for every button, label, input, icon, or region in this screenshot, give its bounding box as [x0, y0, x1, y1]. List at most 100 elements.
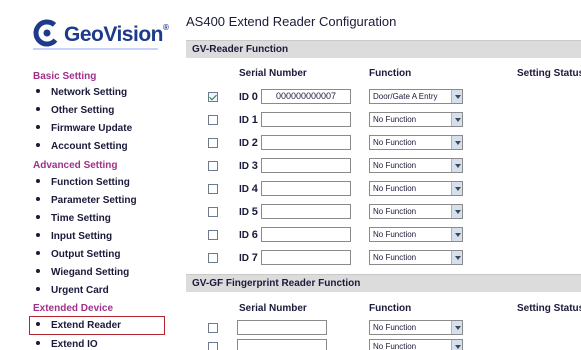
bullet-icon	[36, 179, 40, 184]
sidebar: GeoVision® Basic Setting Network Setting…	[0, 0, 176, 350]
gf-reader-row-2: No Function	[176, 339, 581, 350]
bullet-icon	[36, 107, 40, 112]
dropdown-arrow-icon	[451, 90, 462, 103]
dropdown-arrow-icon	[451, 340, 462, 350]
brand-name: GeoVision®	[64, 23, 169, 46]
function-header: Function	[369, 68, 412, 79]
function-select[interactable]: No Function	[369, 250, 463, 265]
bullet-icon	[36, 269, 40, 274]
bullet-icon	[36, 233, 40, 238]
reader-row-id4: ID 4 No Function	[176, 181, 581, 199]
serial-number-input[interactable]	[261, 158, 351, 173]
sidebar-item-account-setting[interactable]: Account Setting	[36, 140, 128, 154]
gf-serial-number-input[interactable]	[237, 320, 327, 335]
gf-function-header: Function	[369, 303, 412, 314]
bullet-icon	[36, 89, 40, 94]
dropdown-arrow-icon	[451, 136, 462, 149]
bullet-icon	[36, 125, 40, 130]
reader-id-label: ID 5	[239, 206, 258, 218]
gf-setting-status-header: Setting Status	[517, 303, 581, 314]
bullet-icon	[36, 215, 40, 220]
function-select[interactable]: No Function	[369, 227, 463, 242]
gv-reader-section-header: GV-Reader Function	[186, 40, 581, 58]
reader-enable-checkbox[interactable]	[208, 253, 218, 263]
section-advanced-setting: Advanced Setting	[33, 160, 118, 171]
section-basic-setting: Basic Setting	[33, 71, 97, 82]
function-select[interactable]: No Function	[369, 158, 463, 173]
serial-number-input[interactable]: 000000000007	[261, 89, 351, 104]
reader-enable-checkbox[interactable]	[208, 207, 218, 217]
serial-number-input[interactable]	[261, 227, 351, 242]
reader-enable-checkbox[interactable]	[208, 184, 218, 194]
bullet-icon	[36, 322, 40, 327]
dropdown-arrow-icon	[451, 321, 462, 334]
gf-function-select[interactable]: No Function	[369, 320, 463, 335]
serial-number-input[interactable]	[261, 135, 351, 150]
gf-function-select[interactable]: No Function	[369, 339, 463, 350]
dropdown-arrow-icon	[451, 205, 462, 218]
reader-row-id6: ID 6 No Function	[176, 227, 581, 245]
reader-row-id7: ID 7 No Function	[176, 250, 581, 268]
gf-reader-enable-checkbox[interactable]	[208, 342, 218, 350]
function-select[interactable]: No Function	[369, 181, 463, 196]
section-extended-device: Extended Device	[33, 303, 114, 314]
sidebar-item-extend-reader[interactable]: Extend Reader	[29, 316, 165, 335]
reader-id-label: ID 6	[239, 229, 258, 241]
serial-number-header: Serial Number	[239, 68, 307, 79]
gf-reader-row-1: No Function	[176, 320, 581, 338]
reader-id-label: ID 0	[239, 91, 258, 103]
sidebar-item-output-setting[interactable]: Output Setting	[36, 248, 120, 262]
function-select[interactable]: No Function	[369, 135, 463, 150]
sidebar-item-input-setting[interactable]: Input Setting	[36, 230, 112, 244]
reader-row-id2: ID 2 No Function	[176, 135, 581, 153]
sidebar-item-extend-io[interactable]: Extend IO	[36, 338, 98, 350]
bullet-icon	[36, 251, 40, 256]
sidebar-item-other-setting[interactable]: Other Setting	[36, 104, 114, 118]
geovision-logo: GeoVision®	[31, 18, 169, 52]
serial-number-input[interactable]	[261, 250, 351, 265]
serial-number-input[interactable]	[261, 204, 351, 219]
bullet-icon	[36, 143, 40, 148]
reader-id-label: ID 2	[239, 137, 258, 149]
dropdown-arrow-icon	[451, 113, 462, 126]
reader-id-label: ID 3	[239, 160, 258, 172]
serial-number-input[interactable]	[261, 181, 351, 196]
reader-row-id3: ID 3 No Function	[176, 158, 581, 176]
bullet-icon	[36, 341, 40, 346]
sidebar-item-wiegand-setting[interactable]: Wiegand Setting	[36, 266, 129, 280]
sidebar-item-time-setting[interactable]: Time Setting	[36, 212, 111, 226]
reader-row-id5: ID 5 No Function	[176, 204, 581, 222]
function-select[interactable]: No Function	[369, 204, 463, 219]
sidebar-item-firmware-update[interactable]: Firmware Update	[36, 122, 132, 136]
reader-row-id1: ID 1 No Function	[176, 112, 581, 130]
gf-reader-enable-checkbox[interactable]	[208, 323, 218, 333]
reader-enable-checkbox[interactable]	[208, 138, 218, 148]
bullet-icon	[36, 197, 40, 202]
gf-serial-number-input[interactable]	[237, 339, 327, 350]
sidebar-item-urgent-card[interactable]: Urgent Card	[36, 284, 109, 298]
reader-enable-checkbox[interactable]	[208, 92, 218, 102]
sidebar-item-parameter-setting[interactable]: Parameter Setting	[36, 194, 137, 208]
reader-row-id0: ID 0 000000000007 Door/Gate A Entry	[176, 89, 581, 107]
geovision-logo-icon	[33, 19, 61, 47]
reader-id-label: ID 7	[239, 252, 258, 264]
sidebar-item-function-setting[interactable]: Function Setting	[36, 176, 130, 190]
dropdown-arrow-icon	[451, 182, 462, 195]
reader-enable-checkbox[interactable]	[208, 161, 218, 171]
sidebar-item-network-setting[interactable]: Network Setting	[36, 86, 127, 100]
function-select[interactable]: No Function	[369, 112, 463, 127]
reader-id-label: ID 4	[239, 183, 258, 195]
reader-id-label: ID 1	[239, 114, 258, 126]
dropdown-arrow-icon	[451, 251, 462, 264]
function-select[interactable]: Door/Gate A Entry	[369, 89, 463, 104]
dropdown-arrow-icon	[451, 228, 462, 241]
serial-number-input[interactable]	[261, 112, 351, 127]
reader-enable-checkbox[interactable]	[208, 230, 218, 240]
gf-serial-number-header: Serial Number	[239, 303, 307, 314]
logo-underline	[33, 48, 158, 50]
reader-enable-checkbox[interactable]	[208, 115, 218, 125]
main-content: AS400 Extend Reader Configuration GV-Rea…	[176, 0, 581, 350]
page-title: AS400 Extend Reader Configuration	[186, 14, 397, 29]
dropdown-arrow-icon	[451, 159, 462, 172]
setting-status-header: Setting Status	[517, 68, 581, 79]
